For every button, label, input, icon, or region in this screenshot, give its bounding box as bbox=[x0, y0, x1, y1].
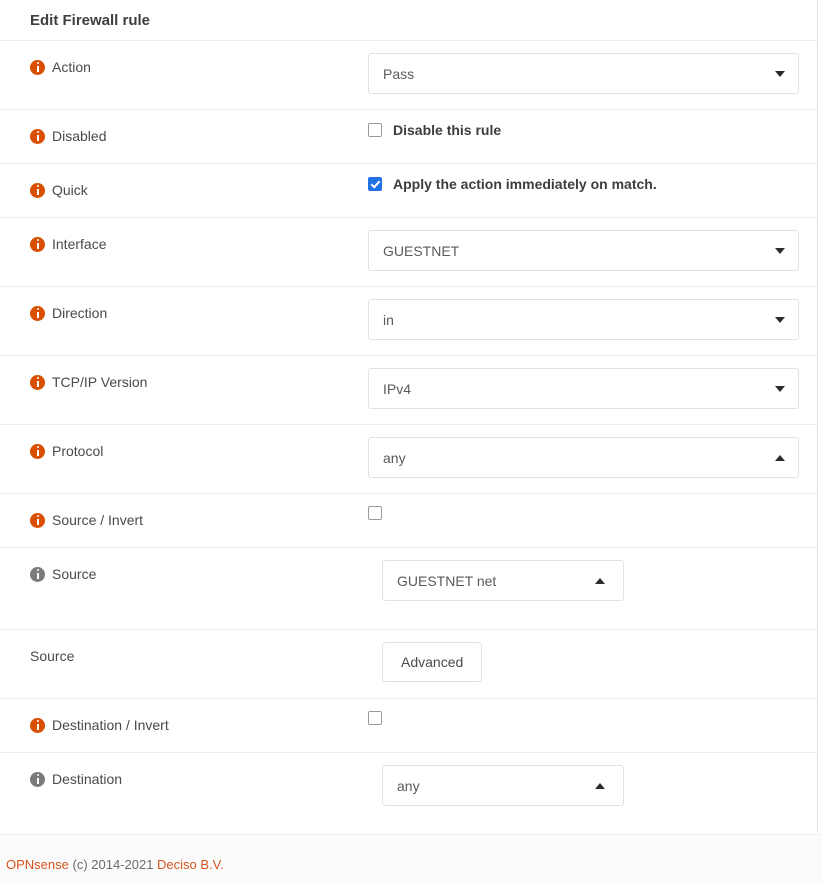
source-invert-checkbox[interactable] bbox=[368, 506, 382, 520]
info-icon[interactable] bbox=[30, 444, 45, 459]
destination-invert-checkbox-line bbox=[368, 711, 382, 725]
info-icon[interactable] bbox=[30, 718, 45, 733]
form-row-source: Source GUESTNET net bbox=[0, 548, 817, 630]
row-control-action: Pass bbox=[368, 41, 817, 106]
field-label: Destination / Invert bbox=[52, 717, 169, 733]
row-label-source-advanced: Source bbox=[0, 630, 368, 682]
footer-brand-opnsense[interactable]: OPNsense bbox=[6, 857, 69, 872]
source-select[interactable]: GUESTNET net bbox=[382, 560, 624, 601]
row-label-action: Action bbox=[0, 41, 368, 93]
chevron-down-icon bbox=[775, 317, 785, 323]
info-icon[interactable] bbox=[30, 772, 45, 787]
source-select-value: GUESTNET net bbox=[397, 573, 496, 589]
row-control-interface: GUESTNET bbox=[368, 218, 817, 283]
field-label: Source / Invert bbox=[52, 512, 143, 528]
source-advanced-button[interactable]: Advanced bbox=[382, 642, 482, 682]
footer-vendor-deciso[interactable]: Deciso B.V. bbox=[157, 857, 224, 872]
info-icon[interactable] bbox=[30, 60, 45, 75]
chevron-down-icon bbox=[775, 71, 785, 77]
info-icon[interactable] bbox=[30, 129, 45, 144]
source-invert-checkbox-line bbox=[368, 506, 382, 520]
footer: OPNsense (c) 2014-2021 Deciso B.V. bbox=[0, 834, 822, 882]
tcpip-version-select[interactable]: IPv4 bbox=[368, 368, 799, 409]
form-row-tcpip-version: TCP/IP Version IPv4 bbox=[0, 356, 817, 425]
chevron-down-icon bbox=[775, 248, 785, 254]
row-label-protocol: Protocol bbox=[0, 425, 368, 477]
row-label-source-invert: Source / Invert bbox=[0, 494, 368, 546]
row-control-source-invert bbox=[368, 494, 817, 532]
destination-select-value: any bbox=[397, 778, 420, 794]
row-label-tcpip-version: TCP/IP Version bbox=[0, 356, 368, 408]
info-icon[interactable] bbox=[30, 306, 45, 321]
interface-select-value: GUESTNET bbox=[383, 243, 459, 259]
page-title: Edit Firewall rule bbox=[0, 0, 817, 41]
row-control-protocol: any bbox=[368, 425, 817, 490]
row-control-source: GUESTNET net bbox=[368, 548, 817, 613]
form-row-source-invert: Source / Invert bbox=[0, 494, 817, 548]
row-label-destination-invert: Destination / Invert bbox=[0, 699, 368, 751]
quick-apply-label: Apply the action immediately on match. bbox=[393, 176, 657, 192]
row-label-interface: Interface bbox=[0, 218, 368, 270]
direction-select-value: in bbox=[383, 312, 394, 328]
disable-rule-label: Disable this rule bbox=[393, 122, 501, 138]
field-label: Direction bbox=[52, 305, 107, 321]
info-icon[interactable] bbox=[30, 513, 45, 528]
chevron-up-icon bbox=[595, 783, 605, 789]
chevron-down-icon bbox=[775, 386, 785, 392]
info-icon[interactable] bbox=[30, 567, 45, 582]
tcpip-version-select-value: IPv4 bbox=[383, 381, 411, 397]
destination-invert-checkbox[interactable] bbox=[368, 711, 382, 725]
field-label: TCP/IP Version bbox=[52, 374, 147, 390]
row-control-source-advanced: Advanced bbox=[368, 630, 817, 694]
quick-apply-checkbox[interactable] bbox=[368, 177, 382, 191]
row-control-destination-invert bbox=[368, 699, 817, 737]
field-label: Source bbox=[52, 566, 96, 582]
action-select-value: Pass bbox=[383, 66, 414, 82]
row-label-source: Source bbox=[0, 548, 368, 600]
form-row-quick: Quick Apply the action immediately on ma… bbox=[0, 164, 817, 218]
field-label: Disabled bbox=[52, 128, 106, 144]
interface-select[interactable]: GUESTNET bbox=[368, 230, 799, 271]
row-control-destination: any bbox=[368, 753, 817, 818]
form-row-disabled: Disabled Disable this rule bbox=[0, 110, 817, 164]
row-label-quick: Quick bbox=[0, 164, 368, 216]
action-select[interactable]: Pass bbox=[368, 53, 799, 94]
chevron-up-icon bbox=[595, 578, 605, 584]
disable-rule-checkbox[interactable] bbox=[368, 123, 382, 137]
field-label: Action bbox=[52, 59, 91, 75]
form-row-interface: Interface GUESTNET bbox=[0, 218, 817, 287]
form-row-destination-invert: Destination / Invert bbox=[0, 699, 817, 753]
protocol-select[interactable]: any bbox=[368, 437, 799, 478]
protocol-select-value: any bbox=[383, 450, 406, 466]
disabled-checkbox-line: Disable this rule bbox=[368, 122, 501, 138]
row-label-disabled: Disabled bbox=[0, 110, 368, 162]
field-label: Quick bbox=[52, 182, 88, 198]
field-label: Destination bbox=[52, 771, 122, 787]
footer-copyright-text: (c) 2014-2021 bbox=[69, 857, 157, 872]
field-label: Protocol bbox=[52, 443, 103, 459]
form-row-protocol: Protocol any bbox=[0, 425, 817, 494]
chevron-up-icon bbox=[775, 455, 785, 461]
row-control-tcpip-version: IPv4 bbox=[368, 356, 817, 421]
info-icon[interactable] bbox=[30, 183, 45, 198]
row-control-disabled: Disable this rule bbox=[368, 110, 817, 150]
form-row-action: Action Pass bbox=[0, 41, 817, 110]
footer-copyright: OPNsense (c) 2014-2021 Deciso B.V. bbox=[6, 857, 224, 872]
info-icon[interactable] bbox=[30, 375, 45, 390]
row-control-quick: Apply the action immediately on match. bbox=[368, 164, 817, 204]
form-row-direction: Direction in bbox=[0, 287, 817, 356]
field-label: Interface bbox=[52, 236, 106, 252]
destination-select[interactable]: any bbox=[382, 765, 624, 806]
info-icon[interactable] bbox=[30, 237, 45, 252]
direction-select[interactable]: in bbox=[368, 299, 799, 340]
form-row-source-advanced: Source Advanced bbox=[0, 630, 817, 699]
form-row-destination: Destination any bbox=[0, 753, 817, 833]
edit-firewall-rule-panel: Edit Firewall rule Action Pass Disabled … bbox=[0, 0, 818, 833]
quick-checkbox-line: Apply the action immediately on match. bbox=[368, 176, 657, 192]
row-control-direction: in bbox=[368, 287, 817, 352]
row-label-direction: Direction bbox=[0, 287, 368, 339]
field-label: Source bbox=[30, 648, 74, 664]
row-label-destination: Destination bbox=[0, 753, 368, 805]
